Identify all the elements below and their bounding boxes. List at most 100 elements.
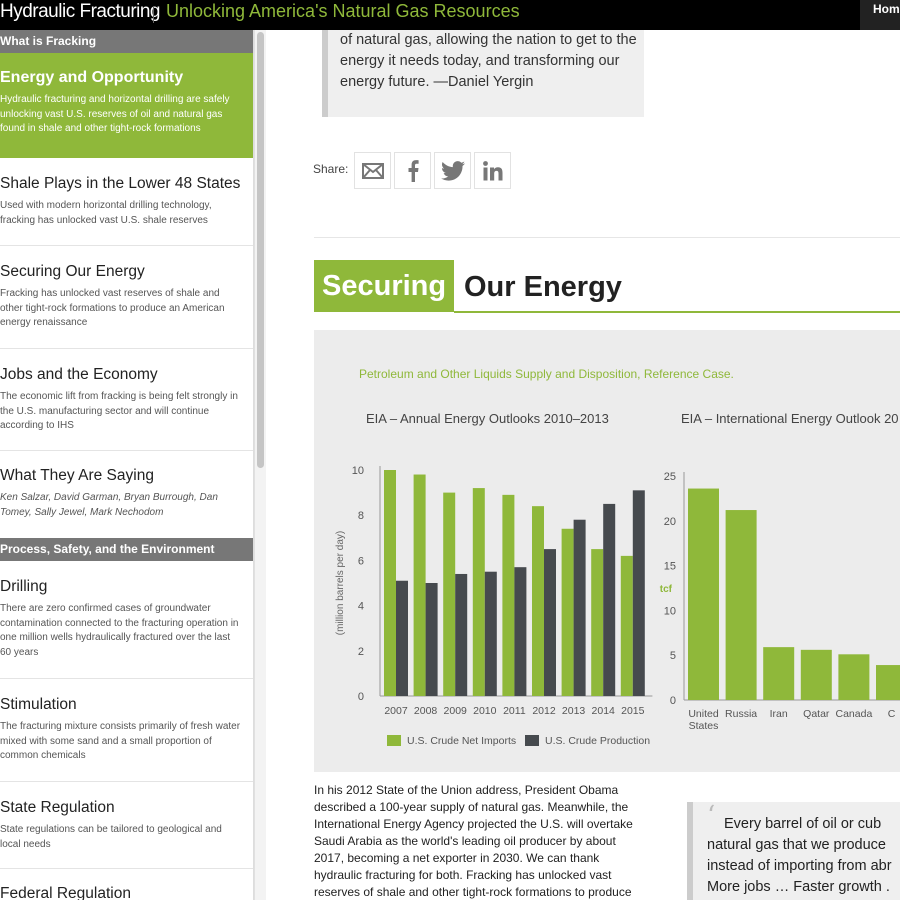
quote-callout-line: instead of importing from abr — [707, 858, 892, 874]
chart2-xtick-label: United — [688, 708, 719, 720]
chart1-ylabel: (million barrels per day) — [335, 531, 346, 635]
chart1-xtick-label: 2010 — [473, 705, 497, 717]
chart2-bar — [725, 510, 757, 700]
sidebar-item-energy-opportunity[interactable]: Energy and Opportunity Hydraulic fractur… — [0, 53, 253, 158]
chart2-ytick-label: 20 — [664, 516, 676, 528]
sidebar-scrollbar[interactable] — [254, 30, 266, 900]
chart1-ytick-label: 8 — [358, 510, 364, 522]
chart2-bar — [838, 654, 870, 700]
sidebar-item-desc: Fracking has unlocked vast reserves of s… — [0, 288, 225, 328]
site-brand[interactable]: Hydraulic Fracturing — [0, 1, 161, 23]
chart1-bar-production — [484, 571, 497, 696]
quote-callout-line: More jobs … Faster growth . — [707, 879, 890, 895]
chart1-bar-net-imports — [384, 470, 396, 696]
heading-highlight: Securing — [314, 260, 455, 312]
chart2-xtick-label: Canada — [836, 708, 873, 720]
sidebar-item-desc: The fracturing mixture consists primaril… — [0, 721, 241, 761]
quote-callout-line: natural gas that we produce — [707, 837, 886, 853]
section-heading: Securing Our Energy — [314, 260, 900, 313]
sidebar-item-shale-plays[interactable]: Shale Plays in the Lower 48 States Used … — [0, 158, 253, 246]
chart2-bar — [688, 488, 719, 700]
sidebar-item-desc: There are zero confirmed cases of ground… — [0, 603, 239, 658]
chart1-ytick-label: 2 — [358, 646, 364, 658]
top-bar: Hydraulic Fracturing Unlocking America's… — [0, 0, 900, 30]
sidebar-item-title: What They Are Saying — [0, 467, 154, 484]
chart1-xtick-label: 2007 — [384, 705, 408, 717]
chart1-xtick-label: 2015 — [621, 705, 645, 717]
chart1-bar-production — [425, 583, 438, 696]
sidebar-item-federal-regulation[interactable]: Federal Regulation — [0, 869, 253, 900]
chart1-bar-production — [632, 490, 645, 696]
sidebar-item-title: Jobs and the Economy — [0, 366, 158, 383]
sidebar-item-title: Drilling — [0, 578, 48, 595]
chart1-bar-net-imports — [472, 488, 485, 696]
heading-underline — [454, 311, 900, 313]
share-email-button[interactable] — [354, 152, 391, 189]
chart1-legend-label: U.S. Crude Net Imports — [407, 735, 516, 747]
section-divider — [314, 237, 900, 238]
sidebar-item-desc: Hydraulic fracturing and horizontal dril… — [0, 94, 230, 134]
sidebar-item-title: Shale Plays in the Lower 48 States — [0, 175, 241, 192]
chart1-bar-net-imports — [561, 528, 574, 696]
sidebar-section-process-safety: Process, Safety, and the Environment — [0, 538, 253, 561]
chart1-legend-label: U.S. Crude Production — [545, 735, 650, 747]
sidebar-item-title: Stimulation — [0, 696, 77, 713]
brand-divider — [153, 6, 154, 23]
chart-panel: Petroleum and Other Liquids Supply and D… — [314, 330, 900, 772]
chart1-bar-production — [455, 573, 468, 696]
chart1-bar-net-imports — [413, 474, 426, 696]
chart1-bar-production — [544, 549, 556, 696]
heading-rest: Our Energy — [464, 271, 622, 303]
chart1-bar-production — [573, 519, 586, 696]
share-twitter-button[interactable] — [434, 152, 471, 189]
chart2-ytick-label: 0 — [670, 695, 676, 707]
chart2-xtick-label: States — [689, 720, 719, 732]
chart1-bar-production — [396, 580, 408, 696]
facebook-icon — [408, 159, 419, 182]
chart2-xtick-label: C — [888, 708, 896, 720]
share-label: Share: — [313, 162, 349, 176]
sidebar-item-securing-energy[interactable]: Securing Our Energy Fracking has unlocke… — [0, 246, 253, 349]
quote-yergin: of natural gas, allowing the nation to g… — [322, 30, 644, 117]
chart2-ytick-label: 25 — [664, 471, 676, 483]
site-tagline: Unlocking America's Natural Gas Resource… — [166, 1, 520, 21]
sidebar-item-desc: Used with modern horizontal drilling tec… — [0, 200, 212, 226]
linkedin-icon — [482, 160, 502, 180]
body-paragraph: In his 2012 State of the Union address, … — [314, 783, 633, 899]
quote-callout-text: Every barrel of oil or cub natural gas th… — [707, 814, 900, 898]
chart1-bar-net-imports — [532, 506, 544, 696]
chart1-bar-production — [603, 503, 616, 696]
chart2-bar — [763, 647, 795, 700]
share-linkedin-button[interactable] — [474, 152, 511, 189]
chart2-ytick-label: 10 — [664, 605, 676, 617]
twitter-icon — [440, 160, 465, 181]
sidebar-item-title: Federal Regulation — [0, 885, 131, 900]
quote-mark: ‘ — [707, 802, 716, 831]
chart1-ytick-label: 10 — [352, 465, 364, 477]
sidebar-item-stimulation[interactable]: Stimulation The fracturing mixture consi… — [0, 679, 253, 782]
chart2-bar — [800, 649, 832, 700]
sidebar-item-drilling[interactable]: Drilling There are zero confirmed cases … — [0, 561, 253, 679]
nav-home-button[interactable]: Home — [860, 0, 900, 30]
share-facebook-button[interactable] — [394, 152, 431, 189]
email-icon — [361, 162, 384, 179]
chart1-bar-net-imports — [591, 549, 604, 696]
sidebar-item-state-regulation[interactable]: State Regulation State regulations can b… — [0, 782, 253, 869]
chart1-bar-net-imports — [502, 494, 515, 696]
chart2-ytick-label: 15 — [664, 561, 676, 573]
sidebar-item-desc: Ken Salzar, David Garman, Bryan Burrough… — [0, 492, 218, 518]
chart2-xtick-label: Iran — [770, 708, 788, 720]
sidebar-section-what-is-fracking: What is Fracking — [0, 30, 253, 53]
quote-callout-line: Every barrel of oil or cub — [724, 816, 882, 832]
charts-svg: 0 2 4 6 8 10 (million barrels per day) 2007 2008… — [335, 465, 900, 747]
scrollbar-thumb[interactable] — [257, 32, 264, 468]
main-content: of natural gas, allowing the nation to g… — [267, 30, 900, 900]
chart1-xtick-label: 2014 — [592, 705, 616, 717]
sidebar-item-jobs-economy[interactable]: Jobs and the Economy The economic lift f… — [0, 349, 253, 451]
quote-callout: ‘ Every barrel of oil or cub natural gas … — [687, 802, 900, 900]
chart1-xtick-label: 2012 — [532, 705, 556, 717]
chart1-xtick-label: 2009 — [444, 705, 468, 717]
sidebar-item-title: Energy and Opportunity — [0, 69, 184, 86]
sidebar-item-what-they-say[interactable]: What They Are Saying Ken Salzar, David G… — [0, 451, 253, 538]
sidebar-item-title: Securing Our Energy — [0, 263, 145, 280]
